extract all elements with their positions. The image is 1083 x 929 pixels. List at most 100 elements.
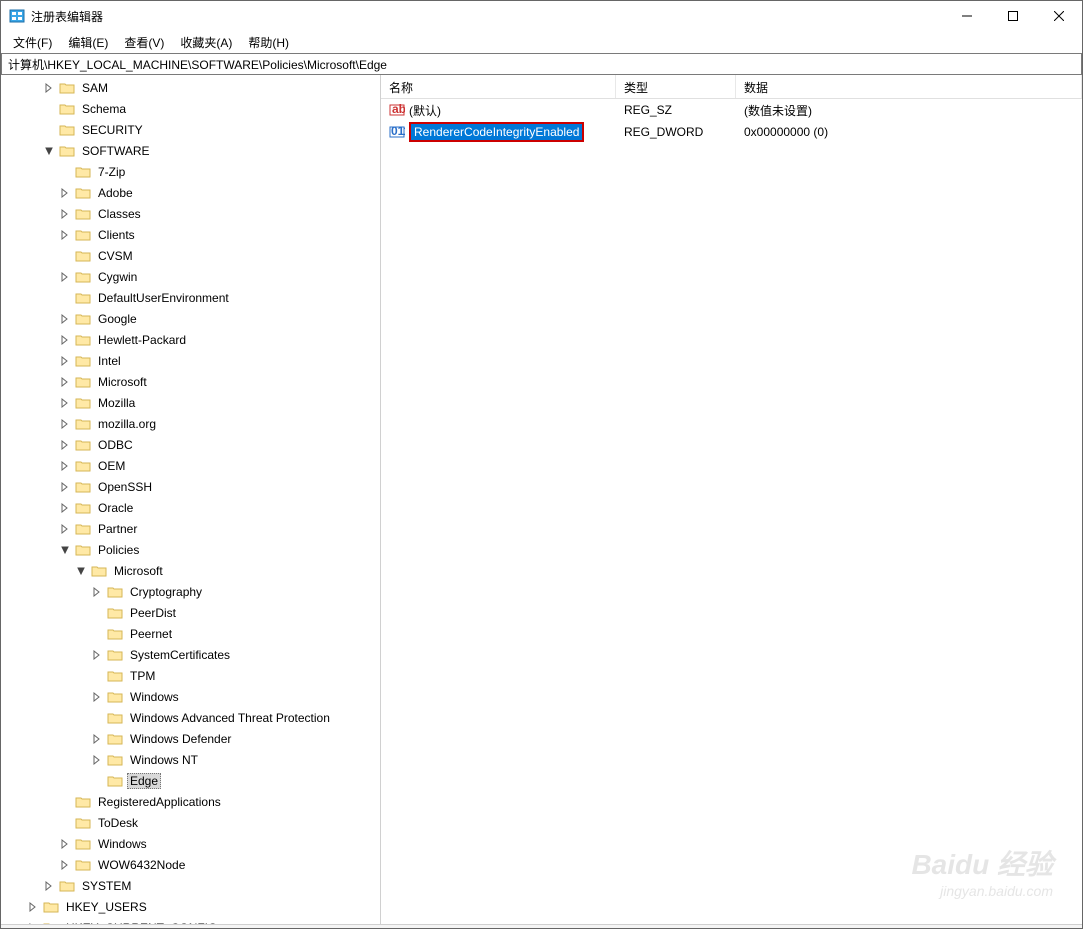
chevron-right-icon[interactable] — [57, 437, 73, 453]
window-controls — [944, 1, 1082, 31]
tree-node[interactable]: PeerDist — [1, 602, 380, 623]
menu-file[interactable]: 文件(F) — [5, 32, 60, 53]
tree-node[interactable]: Windows — [1, 833, 380, 854]
registry-value-row[interactable]: ab(默认)REG_SZ(数值未设置) — [381, 99, 1082, 121]
tree-node[interactable]: Adobe — [1, 182, 380, 203]
address-bar[interactable]: 计算机\HKEY_LOCAL_MACHINE\SOFTWARE\Policies… — [1, 53, 1082, 75]
tree-node[interactable]: HKEY_USERS — [1, 896, 380, 917]
tree-node[interactable]: mozilla.org — [1, 413, 380, 434]
chevron-right-icon[interactable] — [57, 857, 73, 873]
tree-node[interactable]: Windows Advanced Threat Protection — [1, 707, 380, 728]
tree-node[interactable]: Hewlett-Packard — [1, 329, 380, 350]
tree-node[interactable]: SYSTEM — [1, 875, 380, 896]
tree-node[interactable]: TPM — [1, 665, 380, 686]
chevron-down-icon[interactable] — [73, 563, 89, 579]
tree-node[interactable]: Mozilla — [1, 392, 380, 413]
tree-node[interactable]: SOFTWARE — [1, 140, 380, 161]
tree-node[interactable]: Classes — [1, 203, 380, 224]
chevron-right-icon[interactable] — [57, 269, 73, 285]
chevron-right-icon[interactable] — [57, 458, 73, 474]
tree-node[interactable]: ToDesk — [1, 812, 380, 833]
chevron-right-icon[interactable] — [57, 416, 73, 432]
tree-node[interactable]: HKEY_CURRENT_CONFIG — [1, 917, 380, 924]
tree-node[interactable]: Peernet — [1, 623, 380, 644]
tree-node[interactable]: Cryptography — [1, 581, 380, 602]
tree-node[interactable]: Clients — [1, 224, 380, 245]
chevron-right-icon[interactable] — [57, 836, 73, 852]
menu-view[interactable]: 查看(V) — [116, 32, 172, 53]
maximize-button[interactable] — [990, 1, 1036, 31]
folder-icon — [75, 312, 91, 326]
chevron-right-icon[interactable] — [89, 584, 105, 600]
value-name: (默认) — [409, 102, 441, 119]
tree-node[interactable]: Google — [1, 308, 380, 329]
tree-node[interactable]: SAM — [1, 77, 380, 98]
expander-spacer — [89, 605, 105, 621]
chevron-right-icon[interactable] — [57, 227, 73, 243]
folder-icon — [107, 753, 123, 767]
tree-node[interactable]: Policies — [1, 539, 380, 560]
tree-node[interactable]: Microsoft — [1, 371, 380, 392]
chevron-down-icon[interactable] — [57, 542, 73, 558]
chevron-right-icon[interactable] — [89, 731, 105, 747]
chevron-right-icon[interactable] — [57, 521, 73, 537]
chevron-right-icon[interactable] — [57, 185, 73, 201]
tree-node[interactable]: SECURITY — [1, 119, 380, 140]
tree-node[interactable]: Oracle — [1, 497, 380, 518]
tree-node[interactable]: Windows Defender — [1, 728, 380, 749]
chevron-right-icon[interactable] — [89, 647, 105, 663]
column-header-data[interactable]: 数据 — [736, 75, 1082, 98]
tree-node[interactable]: Windows — [1, 686, 380, 707]
tree-node-label: Cryptography — [127, 584, 205, 600]
chevron-right-icon[interactable] — [57, 374, 73, 390]
address-path: 计算机\HKEY_LOCAL_MACHINE\SOFTWARE\Policies… — [8, 56, 387, 73]
chevron-right-icon[interactable] — [57, 353, 73, 369]
list-body[interactable]: ab(默认)REG_SZ(数值未设置)011RendererCodeIntegr… — [381, 99, 1082, 924]
tree-node[interactable]: OEM — [1, 455, 380, 476]
chevron-right-icon[interactable] — [57, 479, 73, 495]
titlebar: 注册表编辑器 — [1, 1, 1082, 31]
chevron-right-icon[interactable] — [57, 206, 73, 222]
tree-node[interactable]: Microsoft — [1, 560, 380, 581]
tree-node[interactable]: Partner — [1, 518, 380, 539]
chevron-right-icon[interactable] — [25, 899, 41, 915]
chevron-right-icon[interactable] — [41, 80, 57, 96]
menu-help[interactable]: 帮助(H) — [240, 32, 297, 53]
tree-node[interactable]: RegisteredApplications — [1, 791, 380, 812]
chevron-right-icon[interactable] — [89, 689, 105, 705]
tree-node[interactable]: Cygwin — [1, 266, 380, 287]
tree-node[interactable]: DefaultUserEnvironment — [1, 287, 380, 308]
folder-icon — [43, 921, 59, 925]
close-button[interactable] — [1036, 1, 1082, 31]
tree-pane[interactable]: SAMSchemaSECURITYSOFTWARE7-ZipAdobeClass… — [1, 75, 381, 924]
registry-value-row[interactable]: 011RendererCodeIntegrityEnabledREG_DWORD… — [381, 121, 1082, 143]
tree-node[interactable]: Schema — [1, 98, 380, 119]
column-header-name[interactable]: 名称 — [381, 75, 616, 98]
tree-node[interactable]: Edge — [1, 770, 380, 791]
chevron-right-icon[interactable] — [25, 920, 41, 925]
tree-node[interactable]: WOW6432Node — [1, 854, 380, 875]
tree-node[interactable]: CVSM — [1, 245, 380, 266]
tree-node[interactable]: SystemCertificates — [1, 644, 380, 665]
tree-node[interactable]: ODBC — [1, 434, 380, 455]
tree-node[interactable]: 7-Zip — [1, 161, 380, 182]
folder-icon — [75, 165, 91, 179]
tree-node-label: Partner — [95, 521, 140, 537]
chevron-right-icon[interactable] — [57, 332, 73, 348]
chevron-right-icon[interactable] — [41, 878, 57, 894]
chevron-right-icon[interactable] — [57, 395, 73, 411]
column-header-type[interactable]: 类型 — [616, 75, 736, 98]
chevron-right-icon[interactable] — [89, 752, 105, 768]
tree-node[interactable]: OpenSSH — [1, 476, 380, 497]
tree-node[interactable]: Intel — [1, 350, 380, 371]
chevron-right-icon[interactable] — [57, 311, 73, 327]
chevron-down-icon[interactable] — [41, 143, 57, 159]
menu-favorites[interactable]: 收藏夹(A) — [172, 32, 240, 53]
tree-node[interactable]: Windows NT — [1, 749, 380, 770]
tree-node-label: PeerDist — [127, 605, 179, 621]
menu-edit[interactable]: 编辑(E) — [60, 32, 116, 53]
chevron-right-icon[interactable] — [57, 500, 73, 516]
minimize-button[interactable] — [944, 1, 990, 31]
statusbar-separator — [1, 924, 1082, 928]
folder-icon — [59, 81, 75, 95]
